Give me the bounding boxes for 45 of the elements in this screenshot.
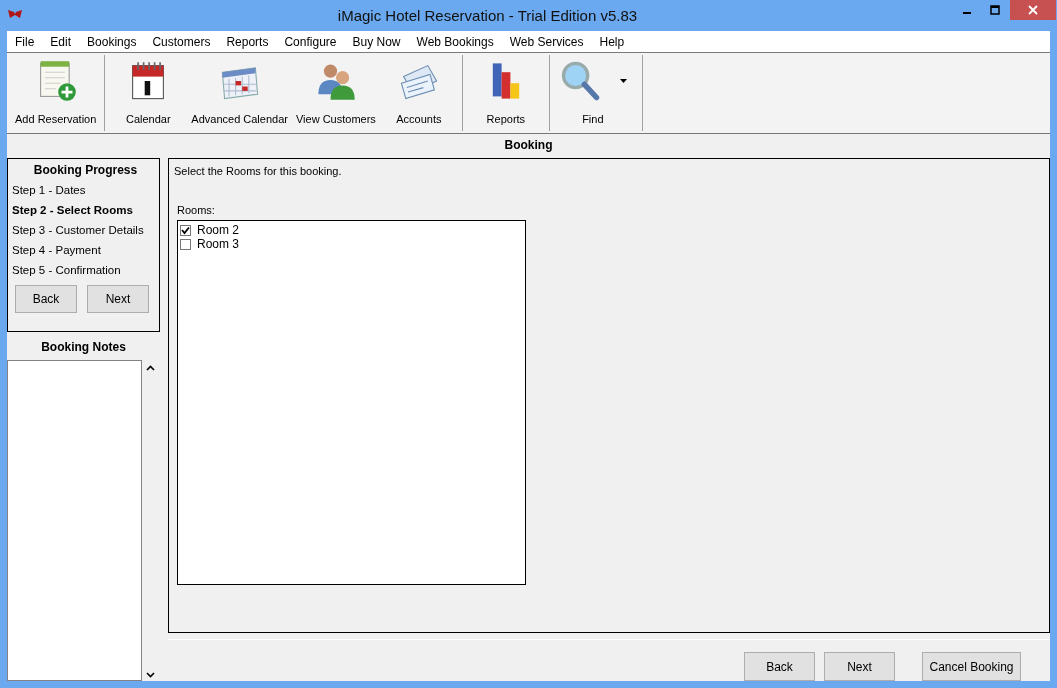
step-button[interactable]: Next [87, 285, 149, 313]
panel-title: Booking Progress [32, 163, 139, 177]
step-item: Step 5 - Confirmation [12, 264, 122, 278]
menu-item[interactable]: Web Bookings [408, 34, 502, 49]
step-item: Step 2 - Select Rooms [12, 204, 134, 218]
notes-field[interactable] [7, 360, 142, 681]
butterfly-icon [7, 9, 23, 19]
menu-item[interactable]: Help [591, 34, 633, 49]
panel-title: Booking Notes [40, 340, 127, 354]
step-item: Step 4 - Payment [12, 244, 102, 258]
footer-button[interactable]: Cancel Booking [922, 652, 1021, 681]
checkbox[interactable] [180, 238, 191, 250]
step-button[interactable]: Back [15, 285, 77, 313]
close-icon[interactable] [1028, 5, 1038, 15]
close-button[interactable] [1010, 0, 1056, 20]
menu-item[interactable]: File [7, 34, 43, 49]
checkbox[interactable] [180, 224, 191, 236]
toolbar-button[interactable]: View Customers [291, 55, 380, 131]
scroll-down-icon[interactable] [146, 672, 155, 678]
maximize-icon[interactable] [990, 5, 1000, 15]
menu-item[interactable]: Edit [42, 34, 80, 49]
toolbar-button[interactable]: Advanced Calendar [187, 55, 292, 131]
instruction-text: Select the Rooms for this booking. [174, 165, 343, 177]
room-label: Room 2 [197, 223, 240, 237]
menu-item[interactable]: Reports [218, 34, 277, 49]
step-item: Step 1 - Dates [12, 184, 87, 198]
menu-item[interactable]: Web Services [501, 34, 592, 49]
toolbar-button[interactable]: Add Reservation [11, 55, 101, 131]
menu-item[interactable]: Bookings [79, 34, 145, 49]
menu-item[interactable]: Configure [276, 34, 345, 49]
toolbar-button[interactable]: Reports [466, 55, 545, 131]
section-title: Booking [503, 137, 554, 154]
menu-item[interactable]: Buy Now [344, 34, 409, 49]
menu-item[interactable]: Customers [144, 34, 219, 49]
toolbar-button[interactable]: Find [553, 55, 632, 131]
caret-icon[interactable] [620, 79, 628, 83]
toolbar-button[interactable]: Accounts [379, 55, 458, 131]
rooms-label: Rooms: [176, 204, 216, 216]
scroll-up-icon[interactable] [146, 365, 155, 371]
step-item: Step 3 - Customer Details [12, 224, 145, 238]
footer-button[interactable]: Next [824, 652, 895, 681]
window-title: iMagic Hotel Reservation - Trial Edition v5.83 [336, 6, 639, 24]
room-label: Room 3 [197, 237, 240, 251]
footer-button[interactable]: Back [744, 652, 815, 681]
toolbar-button[interactable]: Calendar [109, 55, 188, 131]
